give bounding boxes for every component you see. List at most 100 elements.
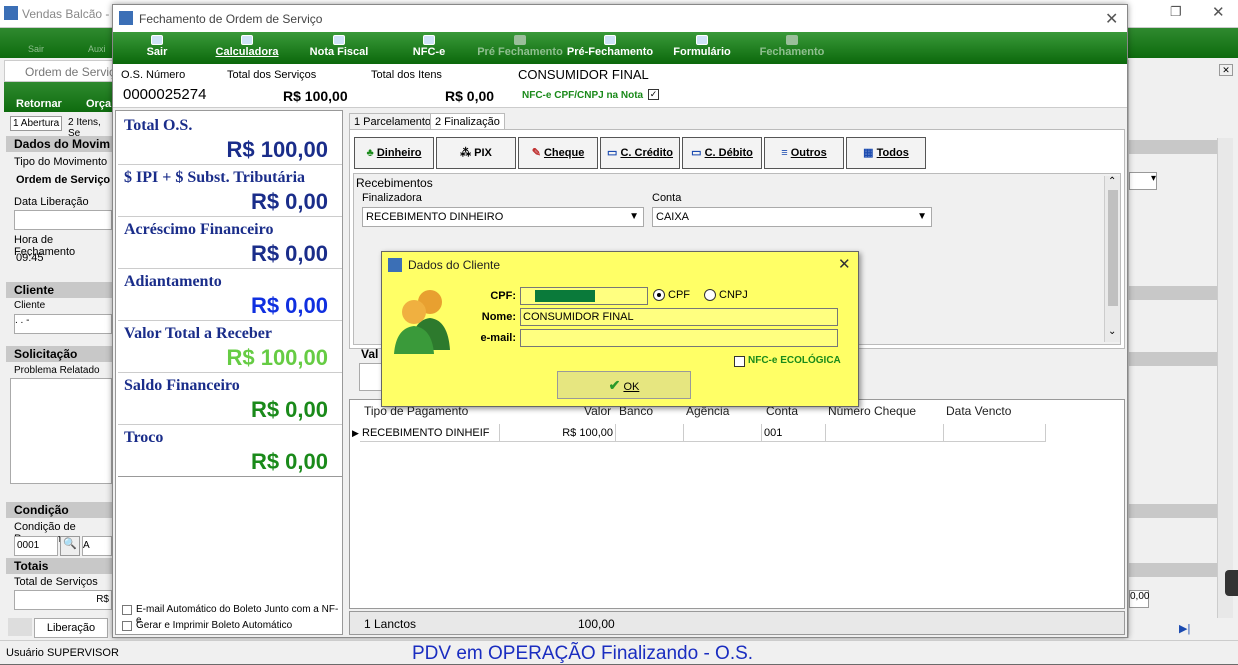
tab-liberacao[interactable]: Liberação [34,618,108,638]
lancamentos-count: 1 Lanctos [364,617,417,631]
cpf-input[interactable] [520,287,648,305]
total-itens-label: Total dos Itens [371,69,442,81]
calculadora-button[interactable]: Calculadora [211,32,283,64]
bg-close-icon[interactable]: ✕ [1219,64,1233,76]
chevron-down-icon: ▼ [917,211,927,222]
bg-right-dropdown[interactable]: ▾ [1129,172,1157,190]
recebimentos-scrollbar[interactable]: ⌃ ⌄ [1104,176,1120,342]
bg-scrollbar[interactable] [1217,138,1233,618]
acrescimo-label: Acréscimo Financeiro [124,221,274,238]
cliente-field[interactable]: . . - [14,314,112,334]
list-icon: ≡ [781,147,788,159]
credito-button[interactable]: ▭ C. Crédito [600,137,680,169]
app-icon [4,6,18,20]
table-row-banco[interactable] [616,424,684,442]
ok-button[interactable]: ✔ OK [557,371,691,399]
nome-input[interactable]: CONSUMIDOR FINAL [520,308,838,326]
next-icon[interactable]: ▶| [1179,622,1190,635]
cheque-button[interactable]: ✎ Cheque [518,137,598,169]
nfce-label: NFC-e [412,46,446,58]
fechamento-button[interactable]: Fechamento [757,32,827,64]
dialog-icon [388,258,402,272]
scroll-thumb[interactable] [1108,190,1118,306]
document-icon [514,35,526,45]
table-row-agencia[interactable] [684,424,762,442]
sair-button[interactable]: Sair [131,32,183,64]
nfce-button[interactable]: NFC-e [403,32,455,64]
bg-toolbar-auxi[interactable]: Auxi [88,44,106,54]
troco-value: R$ 0,00 [250,449,328,474]
table-row-conta[interactable]: 001 [762,424,826,442]
close-icon[interactable]: ✕ [1212,3,1225,21]
printer-icon [423,35,435,45]
table-row-numero-cheque[interactable] [826,424,944,442]
cnpj-radio[interactable] [704,289,716,301]
total-servicos-field: R$ [14,590,112,610]
debito-button[interactable]: ▭ C. Débito [682,137,762,169]
condicao-code-field[interactable]: 0001 [14,536,58,556]
saldo-box: Saldo Financeiro R$ 0,00 [118,373,342,425]
total-servicos-label: Total de Serviços [14,576,98,588]
bg-right-header-3 [1129,352,1217,366]
conta-select[interactable]: CAIXA ▼ [652,207,932,227]
finalizadora-select[interactable]: RECEBIMENTO DINHEIRO ▼ [362,207,644,227]
problema-field[interactable] [10,378,112,484]
side-handle-icon[interactable] [1225,570,1238,596]
search-icon[interactable]: 🔍 [60,536,80,556]
email-boleto-checkbox[interactable] [122,605,132,615]
bg-toolbar-sair[interactable]: Sair [28,44,44,54]
gerar-boleto-checkbox[interactable] [122,621,132,631]
total-os-label: Total O.S. [124,117,193,134]
valor-receber-value: R$ 100,00 [226,345,328,370]
totals-panel: Total O.S. R$ 100,00 $ IPI + $ Subst. Tr… [115,110,343,635]
table-row-valor[interactable]: R$ 100,00 [500,424,616,442]
pre-fechamento-disabled-button[interactable]: Pré Fechamento [475,32,565,64]
section-cliente: Cliente [6,282,112,298]
table-row-data-vencto[interactable] [944,424,1046,442]
ipi-value: R$ 0,00 [250,189,328,214]
dinheiro-button[interactable]: ♣ Dinheiro [354,137,434,169]
sair-label: Sair [146,46,168,58]
status-banner: PDV em OPERAÇÃO Finalizando - O.S. [412,643,754,664]
payments-grid: Tipo de Pagamento Valor Banco Agência Co… [349,399,1125,609]
fechamento-label: Fechamento [759,46,825,58]
formulario-button[interactable]: Formulário [671,32,733,64]
check-icon: ✔ [608,377,621,393]
grid-header-data-vencto: Data Vencto [946,404,1012,418]
tab-finalizacao[interactable]: 2 Finalização [430,113,505,130]
window-close-icon[interactable]: ✕ [1105,9,1118,29]
troco-box: Troco R$ 0,00 [118,425,342,477]
window-title: Fechamento de Ordem de Serviço [139,12,323,26]
ipi-box: $ IPI + $ Subst. Tributária R$ 0,00 [118,165,342,217]
footer-total: 100,00 [578,617,615,631]
ipi-label: $ IPI + $ Subst. Tributária [124,169,306,186]
cpf-radio[interactable] [653,289,665,301]
row-pointer-icon: ▶ [352,428,359,438]
pre-fechamento-button[interactable]: Pré-Fechamento [565,32,655,64]
keyboard-icon[interactable] [8,618,32,636]
users-icon [390,284,454,354]
credito-label: C. Crédito [620,147,674,159]
tab-parcelamentos[interactable]: 1 Parcelamentos [349,113,442,130]
nfce-cpf-checkbox[interactable]: ✓ [648,89,659,100]
tab-abertura[interactable]: 1 Abertura [10,116,63,131]
restore-icon[interactable]: ❐ [1170,4,1182,20]
chevron-down-icon: ▼ [629,211,639,222]
dialog-title: Dados do Cliente [408,258,501,272]
dialog-close-icon[interactable]: ✕ [838,255,851,273]
pix-button[interactable]: ⁂ PIX [436,137,516,169]
nfce-ecologica-checkbox[interactable] [734,356,745,367]
outros-button[interactable]: ≡ Outros [764,137,844,169]
troco-label: Troco [124,429,164,446]
nota-fiscal-button[interactable]: Nota Fiscal [303,32,375,64]
orcamento-button[interactable]: Orça [86,98,111,110]
chevron-down-icon: ⌄ [1108,326,1117,337]
nfce-cpf-label: NFC-e CPF/CNPJ na Nota [522,90,644,101]
data-liberacao-field[interactable] [14,210,112,230]
todos-button[interactable]: ▦ Todos [846,137,926,169]
condicao-value-field[interactable]: A Vista [82,536,112,569]
pix-label: PIX [474,147,492,159]
email-input[interactable] [520,329,838,347]
table-row-tipo[interactable]: RECEBIMENTO DINHEIF [360,424,500,442]
retornar-button[interactable]: Retornar [16,98,62,110]
